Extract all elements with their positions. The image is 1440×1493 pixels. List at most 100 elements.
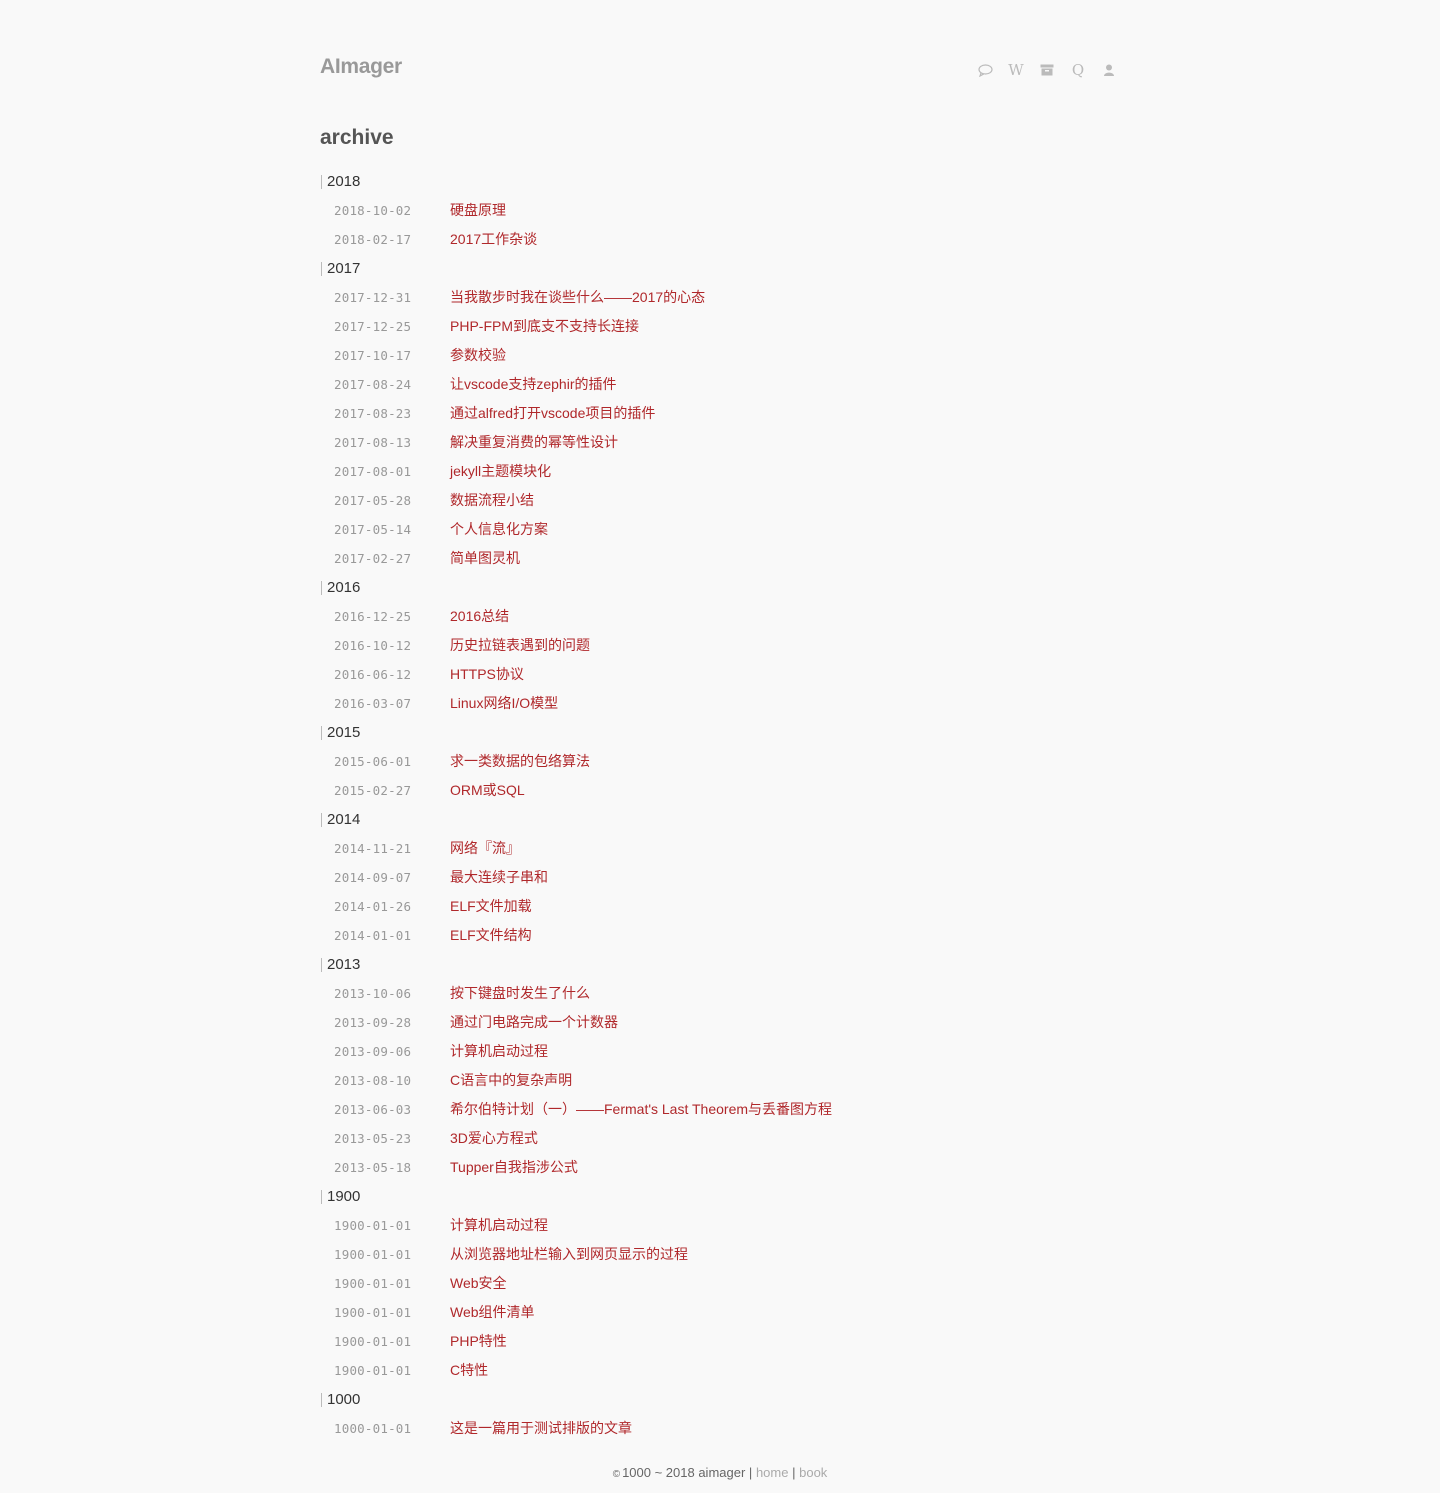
site-title[interactable]: AImager <box>320 55 402 79</box>
archive-post-row: 2013-05-23 3D爱心方程式 <box>320 1124 1120 1153</box>
post-date: 1900-01-01 <box>334 1334 412 1349</box>
footer-separator: | <box>792 1465 796 1480</box>
copyright-text: 1000 ~ 2018 aimager <box>622 1465 746 1480</box>
year-divider <box>321 957 322 972</box>
archive-icon[interactable] <box>1036 60 1058 80</box>
post-date: 2016-06-12 <box>334 667 412 682</box>
year-divider <box>321 812 322 827</box>
year-label: 2015 <box>327 724 361 741</box>
archive-year-heading: 2015 <box>320 718 1120 747</box>
post-title-link[interactable]: 让vscode支持zephir的插件 <box>450 370 617 399</box>
post-title-link[interactable]: 计算机启动过程 <box>450 1037 548 1066</box>
top-nav: W Q <box>965 60 1120 80</box>
wiki-icon-glyph: W <box>1008 61 1024 79</box>
post-title-link[interactable]: ELF文件结构 <box>450 921 532 950</box>
wiki-icon[interactable]: W <box>1005 60 1027 80</box>
post-title-link[interactable]: 3D爱心方程式 <box>450 1124 538 1153</box>
archive-post-row: 2013-06-03 希尔伯特计划（一）——Fermat's Last Theor… <box>320 1095 1120 1124</box>
post-date: 2013-05-18 <box>334 1160 412 1175</box>
post-title-link[interactable]: PHP特性 <box>450 1327 507 1356</box>
post-title-link[interactable]: ORM或SQL <box>450 776 525 805</box>
archive-list: 2018 2018-10-02 硬盘原理 2018-02-17 2017工作杂谈 2017… <box>320 167 1120 1443</box>
post-title-link[interactable]: 最大连续子串和 <box>450 863 548 892</box>
archive-post-row: 2013-10-06 按下键盘时发生了什么 <box>320 979 1120 1008</box>
post-title-link[interactable]: 通过alfred打开vscode项目的插件 <box>450 399 655 428</box>
post-title-link[interactable]: 通过门电路完成一个计数器 <box>450 1008 618 1037</box>
post-title-link[interactable]: 历史拉链表遇到的问题 <box>450 631 590 660</box>
post-title-link[interactable]: Web组件清单 <box>450 1298 535 1327</box>
archive-year-heading: 2016 <box>320 573 1120 602</box>
archive-post-row: 2014-11-21 网络『流』 <box>320 834 1120 863</box>
post-title-link[interactable]: 简单图灵机 <box>450 544 520 573</box>
post-title-link[interactable]: 从浏览器地址栏输入到网页显示的过程 <box>450 1240 688 1269</box>
year-label: 1000 <box>327 1391 361 1408</box>
year-label: 2014 <box>327 811 361 828</box>
post-title-link[interactable]: 按下键盘时发生了什么 <box>450 979 590 1008</box>
post-title-link[interactable]: 2017工作杂谈 <box>450 225 537 254</box>
archive-year-heading: 2017 <box>320 254 1120 283</box>
post-date: 2017-10-17 <box>334 348 412 363</box>
archive-post-row: 2016-03-07 Linux网络I/O模型 <box>320 689 1120 718</box>
search-icon[interactable]: Q <box>1067 60 1089 80</box>
post-date: 2017-05-28 <box>334 493 412 508</box>
archive-year-heading: 2014 <box>320 805 1120 834</box>
archive-post-row: 2017-08-24 让vscode支持zephir的插件 <box>320 370 1120 399</box>
post-title-link[interactable]: 网络『流』 <box>450 834 520 863</box>
post-title-link[interactable]: 个人信息化方案 <box>450 515 548 544</box>
archive-year-heading: 2013 <box>320 950 1120 979</box>
post-title-link[interactable]: 参数校验 <box>450 341 506 370</box>
post-title-link[interactable]: 计算机启动过程 <box>450 1211 548 1240</box>
user-icon[interactable] <box>1098 60 1120 80</box>
archive-post-row: 2014-09-07 最大连续子串和 <box>320 863 1120 892</box>
archive-post-row: 2017-08-13 解决重复消费的幂等性设计 <box>320 428 1120 457</box>
year-label: 1900 <box>327 1188 361 1205</box>
archive-post-row: 1900-01-01 Web组件清单 <box>320 1298 1120 1327</box>
post-title-link[interactable]: jekyll主题模块化 <box>450 457 551 486</box>
post-title-link[interactable]: 求一类数据的包络算法 <box>450 747 590 776</box>
post-date: 2017-12-31 <box>334 290 412 305</box>
post-date: 2014-01-26 <box>334 899 412 914</box>
post-title-link[interactable]: Web安全 <box>450 1269 507 1298</box>
post-title-link[interactable]: Tupper自我指涉公式 <box>450 1153 578 1182</box>
post-date: 2017-08-23 <box>334 406 412 421</box>
site-footer: © 1000 ~ 2018 aimager | home | book <box>0 1465 1440 1480</box>
archive-post-row: 2014-01-01 ELF文件结构 <box>320 921 1120 950</box>
year-label: 2017 <box>327 260 361 277</box>
post-date: 2013-09-06 <box>334 1044 412 1059</box>
year-divider <box>321 174 322 189</box>
post-date: 2017-08-01 <box>334 464 412 479</box>
post-date: 1900-01-01 <box>334 1363 412 1378</box>
year-divider <box>321 580 322 595</box>
post-title-link[interactable]: 硬盘原理 <box>450 196 506 225</box>
archive-post-row: 2017-05-28 数据流程小结 <box>320 486 1120 515</box>
post-title-link[interactable]: PHP-FPM到底支不支持长连接 <box>450 312 639 341</box>
post-title-link[interactable]: 希尔伯特计划（一）——Fermat's Last Theorem与丢番图方程 <box>450 1095 832 1124</box>
footer-home-link[interactable]: home <box>756 1465 789 1480</box>
footer-book-link[interactable]: book <box>799 1465 827 1480</box>
archive-post-row: 1900-01-01 从浏览器地址栏输入到网页显示的过程 <box>320 1240 1120 1269</box>
archive-post-row: 2016-10-12 历史拉链表遇到的问题 <box>320 631 1120 660</box>
post-date: 2013-09-28 <box>334 1015 412 1030</box>
post-title-link[interactable]: C特性 <box>450 1356 488 1385</box>
post-title-link[interactable]: C语言中的复杂声明 <box>450 1066 572 1095</box>
post-title-link[interactable]: 这是一篇用于测试排版的文章 <box>450 1414 632 1443</box>
year-label: 2018 <box>327 173 361 190</box>
archive-post-row: 2014-01-26 ELF文件加载 <box>320 892 1120 921</box>
comment-icon[interactable] <box>974 60 996 80</box>
archive-post-row: 2013-09-28 通过门电路完成一个计数器 <box>320 1008 1120 1037</box>
post-title-link[interactable]: ELF文件加载 <box>450 892 532 921</box>
search-icon-glyph: Q <box>1071 61 1085 79</box>
post-title-link[interactable]: 解决重复消费的幂等性设计 <box>450 428 618 457</box>
archive-post-row: 2018-10-02 硬盘原理 <box>320 196 1120 225</box>
post-title-link[interactable]: 数据流程小结 <box>450 486 534 515</box>
post-date: 2018-10-02 <box>334 203 412 218</box>
post-date: 2017-05-14 <box>334 522 412 537</box>
archive-post-row: 2013-08-10 C语言中的复杂声明 <box>320 1066 1120 1095</box>
post-date: 2016-03-07 <box>334 696 412 711</box>
archive-post-row: 2013-05-18 Tupper自我指涉公式 <box>320 1153 1120 1182</box>
post-title-link[interactable]: Linux网络I/O模型 <box>450 689 558 718</box>
year-divider <box>321 725 322 740</box>
post-title-link[interactable]: HTTPS协议 <box>450 660 524 689</box>
post-title-link[interactable]: 当我散步时我在谈些什么——2017的心态 <box>450 283 705 312</box>
post-title-link[interactable]: 2016总结 <box>450 602 509 631</box>
